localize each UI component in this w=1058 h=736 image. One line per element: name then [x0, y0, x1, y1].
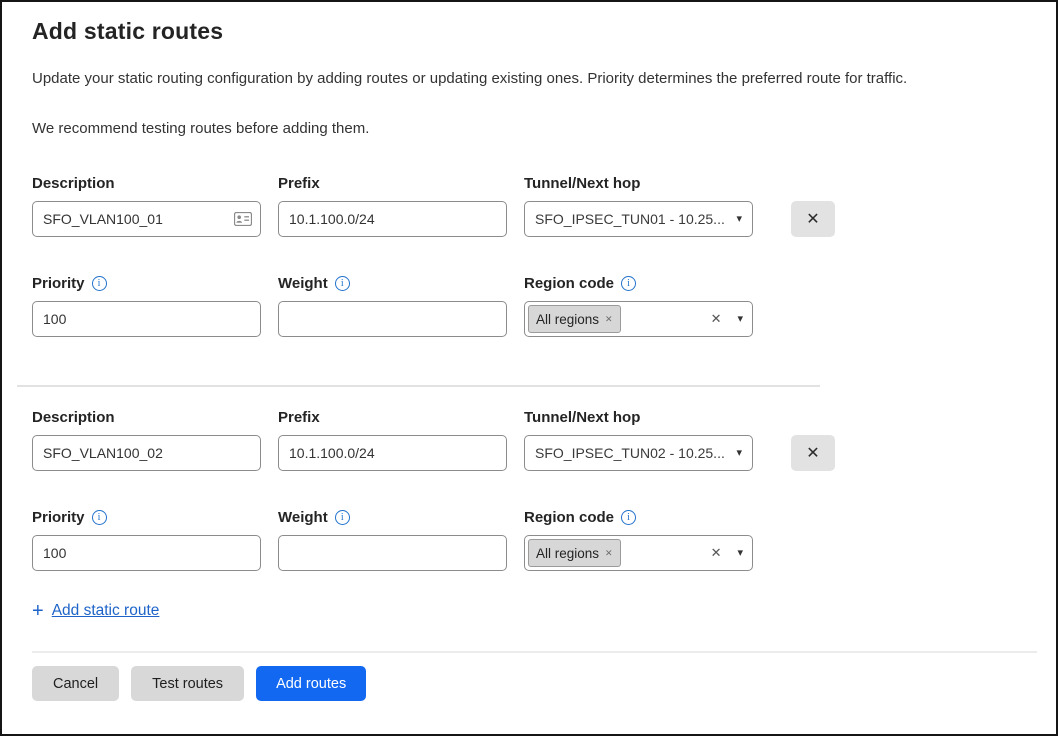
description-label: Description	[32, 409, 261, 426]
region-chip-label: All regions	[536, 546, 599, 561]
chevron-down-icon: ▾	[737, 548, 743, 559]
region-code-label: Region code i	[524, 509, 753, 526]
region-chip: All regions ✕	[528, 539, 621, 567]
plus-icon: +	[32, 601, 44, 621]
info-icon[interactable]: i	[92, 510, 107, 525]
weight-label: Weight i	[278, 509, 507, 526]
add-static-routes-dialog: Add static routes Update your static rou…	[0, 0, 1058, 736]
description-input-wrap	[32, 201, 261, 237]
description-input[interactable]	[32, 435, 261, 471]
tunnel-select-value: SFO_IPSEC_TUN02 - 10.25...	[535, 445, 725, 461]
priority-field-group: Priority i	[32, 275, 261, 337]
tunnel-select[interactable]: SFO_IPSEC_TUN01 - 10.25... ▾	[524, 201, 753, 237]
info-icon[interactable]: i	[621, 276, 636, 291]
intro-text-2: We recommend testing routes before addin…	[32, 119, 1036, 139]
contact-card-icon	[234, 212, 252, 226]
prefix-field-group: Prefix	[278, 409, 507, 471]
tunnel-field-group: Tunnel/Next hop SFO_IPSEC_TUN01 - 10.25.…	[524, 175, 753, 237]
chip-remove-icon[interactable]: ✕	[605, 314, 613, 325]
region-select[interactable]: All regions ✕ ✕ ▾	[524, 535, 753, 571]
chevron-down-icon: ▾	[737, 314, 743, 325]
section-divider	[17, 385, 820, 387]
description-label: Description	[32, 175, 261, 192]
remove-route-button[interactable]: ✕	[791, 435, 835, 471]
priority-label: Priority i	[32, 275, 261, 292]
info-icon[interactable]: i	[621, 510, 636, 525]
chevron-down-icon: ▾	[736, 448, 742, 459]
priority-input[interactable]	[32, 535, 261, 571]
remove-route-button[interactable]: ✕	[791, 201, 835, 237]
prefix-input[interactable]	[278, 201, 507, 237]
info-icon[interactable]: i	[335, 276, 350, 291]
weight-field-group: Weight i	[278, 275, 507, 337]
weight-input[interactable]	[278, 301, 507, 337]
weight-label-text: Weight	[278, 275, 328, 292]
footer-actions: Cancel Test routes Add routes	[32, 666, 1056, 701]
region-code-label-text: Region code	[524, 275, 614, 292]
tunnel-select[interactable]: SFO_IPSEC_TUN02 - 10.25... ▾	[524, 435, 753, 471]
chip-remove-icon[interactable]: ✕	[605, 548, 613, 559]
description-input[interactable]	[32, 201, 261, 237]
footer-divider	[32, 651, 1037, 653]
region-chip: All regions ✕	[528, 305, 621, 333]
prefix-field-group: Prefix	[278, 175, 507, 237]
description-field-group: Description	[32, 175, 261, 237]
weight-label-text: Weight	[278, 509, 328, 526]
page-title: Add static routes	[32, 18, 1036, 45]
region-code-field-group: Region code i All regions ✕ ✕ ▾	[524, 275, 753, 337]
weight-field-group: Weight i	[278, 509, 507, 571]
priority-label-text: Priority	[32, 275, 85, 292]
tunnel-select-value: SFO_IPSEC_TUN01 - 10.25...	[535, 211, 725, 227]
test-routes-button[interactable]: Test routes	[131, 666, 244, 701]
clear-icon[interactable]: ✕	[711, 545, 722, 561]
priority-field-group: Priority i	[32, 509, 261, 571]
info-icon[interactable]: i	[335, 510, 350, 525]
prefix-label: Prefix	[278, 409, 507, 426]
tunnel-field-group: Tunnel/Next hop SFO_IPSEC_TUN02 - 10.25.…	[524, 409, 753, 471]
info-icon[interactable]: i	[92, 276, 107, 291]
weight-input[interactable]	[278, 535, 507, 571]
tunnel-next-hop-label: Tunnel/Next hop	[524, 409, 753, 426]
add-static-route-link[interactable]: Add static route	[52, 602, 160, 620]
description-field-group: Description	[32, 409, 261, 471]
prefix-label: Prefix	[278, 175, 507, 192]
weight-label: Weight i	[278, 275, 507, 292]
region-code-label-text: Region code	[524, 509, 614, 526]
clear-icon[interactable]: ✕	[711, 311, 722, 327]
add-routes-button[interactable]: Add routes	[256, 666, 366, 701]
region-code-label: Region code i	[524, 275, 753, 292]
region-chip-label: All regions	[536, 312, 599, 327]
priority-label: Priority i	[32, 509, 261, 526]
priority-input[interactable]	[32, 301, 261, 337]
route-section-1: Description	[32, 175, 1036, 337]
tunnel-next-hop-label: Tunnel/Next hop	[524, 175, 753, 192]
prefix-input[interactable]	[278, 435, 507, 471]
priority-label-text: Priority	[32, 509, 85, 526]
add-static-route-row: + Add static route	[32, 601, 1036, 621]
chevron-down-icon: ▾	[736, 214, 742, 225]
region-select[interactable]: All regions ✕ ✕ ▾	[524, 301, 753, 337]
region-code-field-group: Region code i All regions ✕ ✕ ▾	[524, 509, 753, 571]
intro-text-1: Update your static routing configuration…	[32, 69, 1036, 89]
route-section-2: Description Prefix Tunnel/Next hop SFO_I…	[32, 409, 1036, 571]
cancel-button[interactable]: Cancel	[32, 666, 119, 701]
